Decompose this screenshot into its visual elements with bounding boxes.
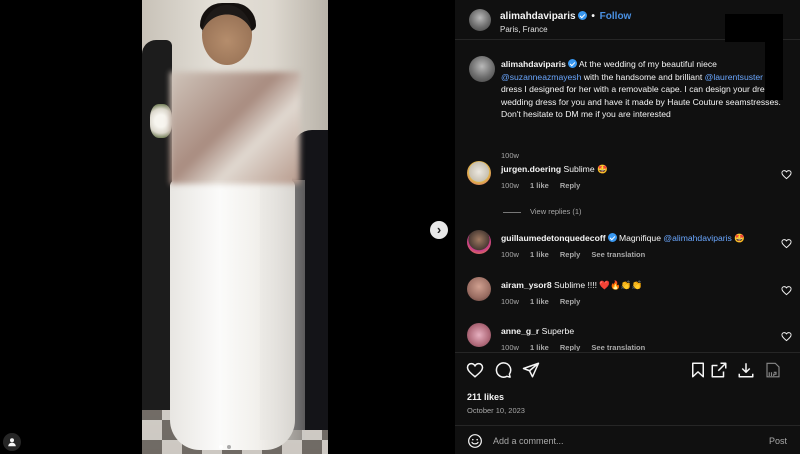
verified-badge-icon xyxy=(567,59,577,68)
header-separator: • xyxy=(591,11,595,22)
user-tag-button[interactable] xyxy=(3,433,21,451)
post-location[interactable]: Paris, France xyxy=(500,25,548,34)
comment-meta: 100w 1 like Reply xyxy=(501,181,589,190)
comment-text: guillaumedetonquedecoff Magnifique @alim… xyxy=(501,233,745,244)
share-icon[interactable] xyxy=(522,361,540,379)
comment-body: Sublime !!!! ❤️🔥👏👏 xyxy=(554,280,643,290)
comment-like-count[interactable]: 1 like xyxy=(530,343,549,351)
carousel-next-button[interactable]: › xyxy=(430,221,448,239)
follow-button[interactable]: Follow xyxy=(600,11,632,22)
comment-reply-button[interactable]: Reply xyxy=(560,181,580,190)
comment-meta: 100w 1 like Reply See translation xyxy=(501,343,654,351)
comment-body: Superbe xyxy=(541,326,575,336)
comment-meta: 100w 1 like Reply xyxy=(501,297,589,306)
external-link-icon[interactable] xyxy=(710,361,728,379)
see-translation-button[interactable]: See translation xyxy=(591,250,645,259)
comment-like-heart-icon[interactable] xyxy=(781,238,792,249)
verified-badge-icon xyxy=(577,11,587,20)
view-replies-button[interactable]: View replies (1) xyxy=(503,207,582,216)
photo-blurred-region xyxy=(170,72,300,184)
comment-username[interactable]: guillaumedetonquedecoff xyxy=(501,233,606,243)
photo-cape xyxy=(260,180,305,440)
author-username[interactable]: alimahdaviparis xyxy=(500,11,576,22)
comment-text: anne_g_r Superbe xyxy=(501,326,574,336)
post-comment-button[interactable]: Post xyxy=(769,436,787,446)
caption-author-avatar[interactable] xyxy=(469,56,495,82)
chevron-right-icon: › xyxy=(436,222,442,237)
comment-item: airam_ysor8 Sublime !!!! ❤️🔥👏👏 100w 1 li… xyxy=(465,277,795,307)
redaction-mark xyxy=(725,10,785,100)
comment-meta: 100w 1 like Reply See translation xyxy=(501,250,654,259)
comment-icon[interactable] xyxy=(494,361,512,379)
comment-avatar[interactable] xyxy=(467,323,491,347)
carousel-dot-active xyxy=(219,445,223,449)
download-icon[interactable] xyxy=(737,361,755,379)
photo-guest-left xyxy=(142,40,172,410)
add-comment-bar: Post xyxy=(455,425,800,454)
post-side-panel: alimahdaviparis • Follow Paris, France ·… xyxy=(455,0,800,454)
like-count[interactable]: 211 likes xyxy=(467,392,504,402)
comment-timestamp: 100w xyxy=(501,297,519,306)
save-icon[interactable] xyxy=(689,361,707,379)
post-photo[interactable] xyxy=(142,0,328,454)
translate-icon[interactable] xyxy=(764,361,782,379)
verified-badge-icon xyxy=(607,233,617,242)
comment-username[interactable]: anne_g_r xyxy=(501,326,539,336)
caption-text-part: At the wedding of my beautiful niece xyxy=(576,59,717,69)
comment-like-count[interactable]: 1 like xyxy=(530,250,549,259)
comment-body-end: 🤩 xyxy=(731,233,745,243)
comment-avatar[interactable] xyxy=(467,161,491,185)
comment-reply-button[interactable]: Reply xyxy=(560,343,580,351)
comment-avatar[interactable] xyxy=(467,277,491,301)
comment-username[interactable]: jurgen.doering xyxy=(501,164,561,174)
redaction-block xyxy=(765,38,783,100)
comment-like-heart-icon[interactable] xyxy=(781,331,792,342)
caption-text-part: with the handsome and brilliant xyxy=(581,71,705,82)
see-translation-button[interactable]: See translation xyxy=(591,343,645,351)
author-avatar[interactable] xyxy=(469,9,491,31)
emoji-icon[interactable] xyxy=(467,433,483,449)
photo-bouquet xyxy=(150,104,172,138)
carousel-indicator xyxy=(219,445,231,449)
comment-avatar[interactable] xyxy=(467,230,491,254)
add-comment-input[interactable] xyxy=(493,434,743,448)
comment-reply-button[interactable]: Reply xyxy=(560,250,580,259)
comment-body: Sublime 🤩 xyxy=(563,164,608,174)
comment-text: jurgen.doering Sublime 🤩 xyxy=(501,164,608,175)
comment-timestamp: 100w xyxy=(501,250,519,259)
comment-body: Magnifique xyxy=(618,233,664,243)
comment-reply-button[interactable]: Reply xyxy=(560,297,580,306)
comment-mention[interactable]: @alimahdaviparis xyxy=(663,233,731,243)
author-line: alimahdaviparis • Follow xyxy=(500,11,631,22)
caption-timestamp: 100w xyxy=(501,151,519,160)
comment-item: guillaumedetonquedecoff Magnifique @alim… xyxy=(465,230,795,260)
caption-username[interactable]: alimahdaviparis xyxy=(501,59,566,69)
comment-username[interactable]: airam_ysor8 xyxy=(501,280,552,290)
comment-item: jurgen.doering Sublime 🤩 100w 1 like Rep… xyxy=(465,161,795,191)
photo-face xyxy=(202,5,252,65)
comment-timestamp: 100w xyxy=(501,343,519,351)
comment-item: anne_g_r Superbe 100w 1 like Reply See t… xyxy=(465,323,795,351)
post-action-bar xyxy=(455,352,800,388)
carousel-dot xyxy=(227,445,231,449)
comment-timestamp: 100w xyxy=(501,181,519,190)
caption-mention[interactable]: @suzanneazmayesh xyxy=(501,72,581,82)
view-replies-line xyxy=(503,211,521,213)
post-media: › xyxy=(0,0,455,454)
comment-like-heart-icon[interactable] xyxy=(781,285,792,296)
comment-like-count[interactable]: 1 like xyxy=(530,297,549,306)
comment-like-heart-icon[interactable] xyxy=(781,169,792,180)
comment-like-count[interactable]: 1 like xyxy=(530,181,549,190)
post-date: October 10, 2023 xyxy=(467,406,525,415)
user-tag-icon xyxy=(8,438,16,447)
heart-icon[interactable] xyxy=(466,361,484,379)
comment-text: airam_ysor8 Sublime !!!! ❤️🔥👏👏 xyxy=(501,280,642,291)
view-replies-label: View replies (1) xyxy=(530,207,582,216)
